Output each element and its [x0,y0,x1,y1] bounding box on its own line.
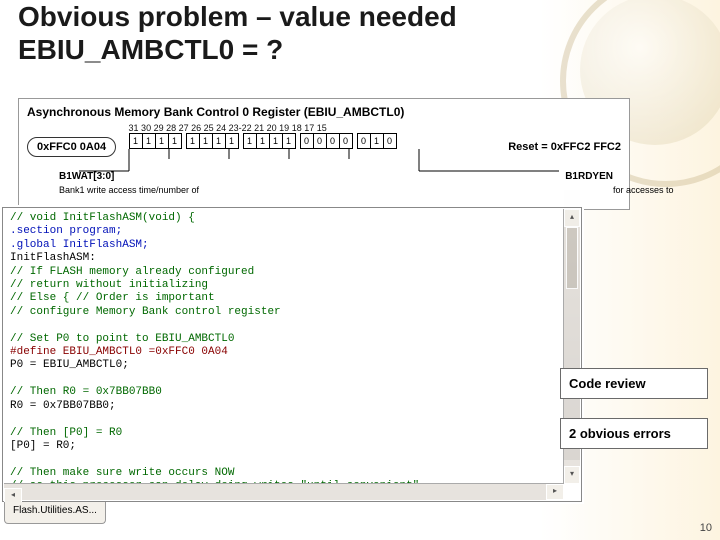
title-line-1: Obvious problem – value needed [18,0,638,33]
editor-tab-bar: Flash.Utilities.AS... [4,502,107,524]
title-line-2: EBIU_AMBCTL0 = ? [18,33,638,66]
slide-title: Obvious problem – value needed EBIU_AMBC… [18,0,638,66]
bit-field-area: 31 30 29 28 27 26 25 24 23-22 21 20 19 1… [129,123,401,149]
note-errors: 2 obvious errors [560,418,708,449]
code-editor-window: // void InitFlashASM(void) { .section pr… [0,205,584,504]
bit-boxes: 1111111111110000010 [129,133,401,149]
register-diagram: Asynchronous Memory Bank Control 0 Regis… [18,98,630,210]
scroll-down-button[interactable]: ▾ [564,466,580,484]
scroll-right-button[interactable]: ▸ [546,484,564,500]
horizontal-scrollbar[interactable]: ◂ ▸ [4,483,564,500]
connecting-lines [19,149,629,189]
bit-numbers: 31 30 29 28 27 26 25 24 23-22 21 20 19 1… [129,123,401,133]
code-body: // void InitFlashASM(void) { .section pr… [4,209,564,484]
editor-tab[interactable]: Flash.Utilities.AS... [4,502,106,524]
register-header: Asynchronous Memory Bank Control 0 Regis… [19,99,629,123]
page-number: 10 [700,522,712,534]
note-code-review: Code review [560,368,708,399]
